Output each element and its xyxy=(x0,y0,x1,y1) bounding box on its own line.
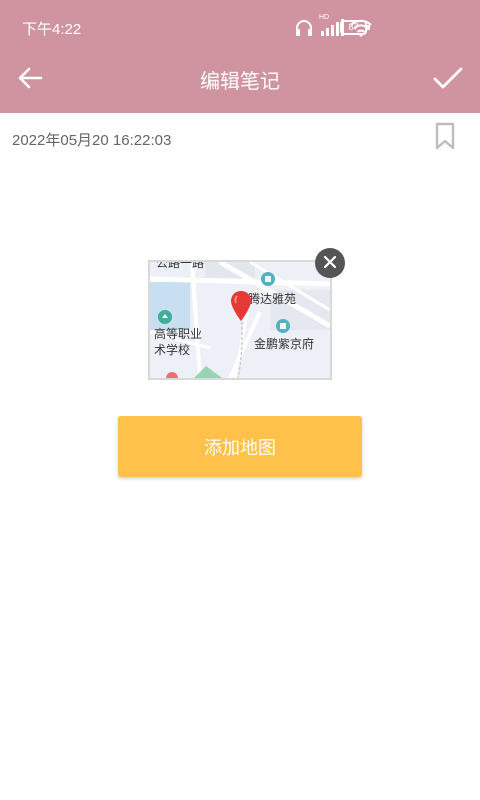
headphones-icon xyxy=(294,19,314,37)
status-time: 下午4:22 xyxy=(22,21,82,38)
bookmark-button[interactable] xyxy=(432,122,458,154)
confirm-button[interactable] xyxy=(428,62,468,98)
map-label-road: 公路一路 xyxy=(156,260,205,270)
note-datetime: 2022年05月20 16:22:03 xyxy=(12,132,172,149)
map-label-school-2: 术学校 xyxy=(154,343,191,357)
remove-map-button[interactable] xyxy=(315,248,345,278)
map-preview[interactable]: 公路一路 腾达雅苑 金鹏紫京府 高等职业 术学校 xyxy=(148,260,332,380)
network-badge: HD xyxy=(319,14,330,21)
battery-level: 87 xyxy=(348,22,359,32)
map-label-poi-1: 腾达雅苑 xyxy=(248,292,297,306)
app-header: 下午4:22 HD 87 编辑笔记 xyxy=(0,0,480,113)
bookmark-icon xyxy=(434,122,456,154)
map-label-school-1: 高等职业 xyxy=(154,327,203,341)
page-title: 编辑笔记 xyxy=(200,69,280,93)
status-bar: 下午4:22 HD 87 xyxy=(0,0,480,56)
battery-icon: 87 xyxy=(340,20,370,35)
close-icon xyxy=(323,254,337,273)
add-map-button[interactable]: 添加地图 xyxy=(118,416,362,477)
map-label-poi-2: 金鹏紫京府 xyxy=(254,337,315,351)
toolbar: 编辑笔记 xyxy=(0,56,480,113)
check-icon xyxy=(433,66,463,94)
